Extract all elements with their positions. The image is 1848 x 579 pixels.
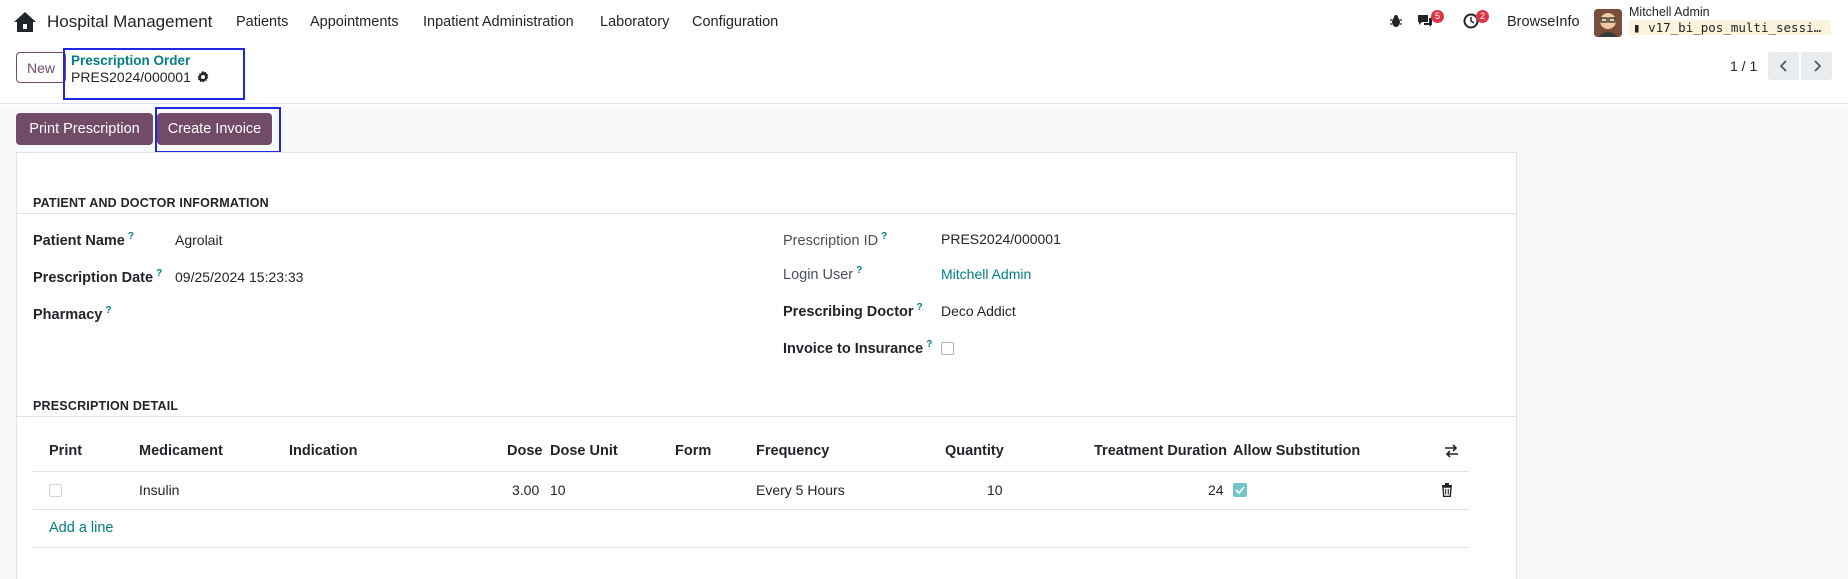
col-medicament[interactable]: Medicament	[139, 443, 223, 459]
control-panel: New Prescription Order PRES2024/000001 1…	[0, 44, 1848, 104]
prescription-date-label: Prescription Date?	[33, 268, 163, 286]
col-form[interactable]: Form	[675, 443, 711, 459]
messages-badge: 5	[1431, 10, 1444, 23]
breadcrumb-parent[interactable]: Prescription Order	[71, 53, 190, 68]
home-icon[interactable]	[13, 10, 37, 34]
col-quantity[interactable]: Quantity	[945, 443, 1004, 459]
form-sheet	[16, 152, 1517, 579]
menu-inpatient-administration[interactable]: Inpatient Administration	[423, 14, 574, 30]
row-treatment-duration[interactable]: 24	[1208, 482, 1224, 498]
check-icon	[1235, 486, 1245, 495]
help-icon[interactable]: ?	[881, 231, 887, 242]
col-dose-unit[interactable]: Dose Unit	[550, 443, 618, 459]
menu-laboratory[interactable]: Laboratory	[600, 14, 669, 30]
row-allow-substitution-checkbox[interactable]	[1233, 483, 1247, 497]
table-row-divider	[33, 509, 1469, 510]
row-medicament[interactable]: Insulin	[139, 482, 179, 498]
company-switcher[interactable]: BrowseInfo	[1507, 14, 1580, 30]
row-frequency[interactable]: Every 5 Hours	[756, 482, 845, 498]
pager-previous-button[interactable]	[1768, 52, 1799, 80]
row-quantity[interactable]: 10	[987, 482, 1003, 498]
table-header-divider	[33, 471, 1469, 472]
col-treatment-duration[interactable]: Treatment Duration	[1094, 443, 1227, 459]
database-name: ▮ v17_bi_pos_multi_session…	[1629, 20, 1831, 35]
patient-name-label: Patient Name?	[33, 231, 134, 249]
add-line-link[interactable]: Add a line	[49, 520, 114, 536]
chevron-right-icon	[1813, 60, 1821, 72]
invoice-to-insurance-label: Invoice to Insurance?	[783, 339, 933, 357]
row-dose[interactable]: 3.00	[512, 482, 539, 498]
invoice-to-insurance-checkbox[interactable]	[941, 342, 954, 355]
help-icon[interactable]: ?	[105, 305, 111, 316]
table-footer-divider	[33, 547, 1469, 548]
pager-next-button[interactable]	[1801, 52, 1832, 80]
create-invoice-highlight	[155, 107, 281, 153]
col-frequency[interactable]: Frequency	[756, 443, 829, 459]
activities-badge: 2	[1476, 10, 1489, 23]
col-allow-substitution[interactable]: Allow Substitution	[1233, 443, 1360, 459]
pager-value[interactable]: 1 / 1	[1730, 58, 1757, 74]
menu-configuration[interactable]: Configuration	[692, 14, 778, 30]
prescription-id-label: Prescription ID?	[783, 231, 888, 249]
login-user-label: Login User?	[783, 265, 863, 283]
section-divider	[17, 213, 1517, 214]
prescription-id-value: PRES2024/000001	[941, 231, 1061, 247]
bug-icon[interactable]	[1389, 14, 1403, 28]
col-print[interactable]: Print	[49, 443, 82, 459]
help-icon[interactable]: ?	[156, 268, 162, 279]
section-patient-doctor: PATIENT AND DOCTOR INFORMATION	[33, 196, 269, 210]
app-title[interactable]: Hospital Management	[47, 12, 212, 32]
section-divider	[17, 416, 1517, 417]
col-dose[interactable]: Dose	[507, 443, 542, 459]
top-navbar: Hospital Management Patients Appointment…	[0, 0, 1848, 44]
optional-columns-icon[interactable]	[1444, 444, 1459, 458]
database-label: v17_bi_pos_multi_session…	[1648, 20, 1831, 35]
help-icon[interactable]: ?	[917, 302, 923, 313]
gear-icon[interactable]	[196, 70, 210, 84]
trash-icon[interactable]	[1441, 483, 1453, 497]
user-name[interactable]: Mitchell Admin	[1629, 5, 1710, 19]
user-avatar[interactable]	[1594, 9, 1622, 37]
menu-appointments[interactable]: Appointments	[310, 14, 399, 30]
row-dose-unit[interactable]: 10	[550, 482, 566, 498]
help-icon[interactable]: ?	[856, 265, 862, 276]
section-prescription-detail: PRESCRIPTION DETAIL	[33, 399, 179, 413]
prescribing-doctor-value[interactable]: Deco Addict	[941, 303, 1016, 319]
menu-patients[interactable]: Patients	[236, 14, 288, 30]
help-icon[interactable]: ?	[926, 339, 932, 350]
new-button[interactable]: New	[16, 52, 66, 83]
patient-name-value[interactable]: Agrolait	[175, 232, 222, 248]
help-icon[interactable]: ?	[128, 231, 134, 242]
prescribing-doctor-label: Prescribing Doctor?	[783, 302, 923, 320]
login-user-value[interactable]: Mitchell Admin	[941, 266, 1031, 282]
pharmacy-label: Pharmacy?	[33, 305, 112, 323]
chevron-left-icon	[1779, 60, 1787, 72]
print-prescription-button[interactable]: Print Prescription	[16, 113, 153, 145]
row-print-checkbox[interactable]	[49, 484, 62, 497]
col-indication[interactable]: Indication	[289, 443, 357, 459]
database-icon: ▮	[1633, 20, 1641, 35]
prescription-date-value[interactable]: 09/25/2024 15:23:33	[175, 269, 303, 285]
breadcrumb-current: PRES2024/000001	[71, 69, 191, 85]
